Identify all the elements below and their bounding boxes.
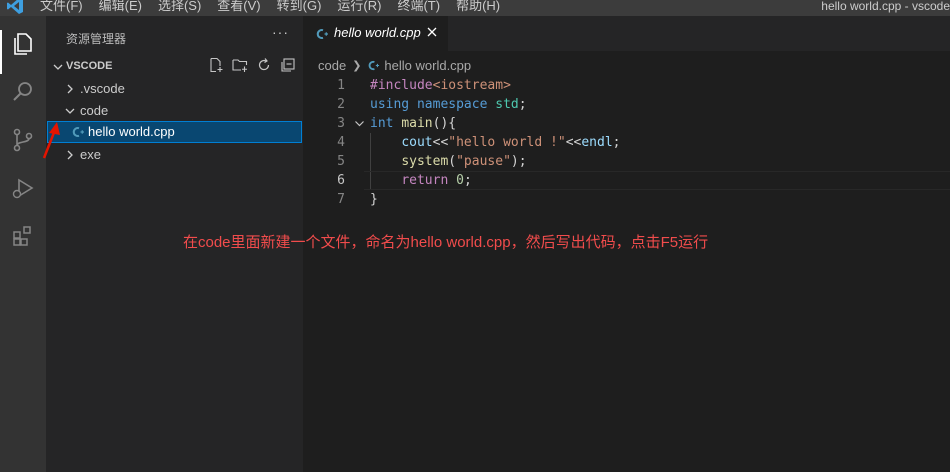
menu-go[interactable]: 转到(G) bbox=[277, 0, 322, 15]
close-icon[interactable] bbox=[425, 25, 439, 39]
token: ; bbox=[463, 173, 472, 188]
menu-terminal[interactable]: 终端(T) bbox=[397, 0, 440, 15]
tree-item-vscode-folder[interactable]: .vscode bbox=[46, 78, 303, 100]
token: main bbox=[401, 116, 433, 131]
line-number: 3 bbox=[337, 116, 345, 131]
token: ); bbox=[510, 154, 527, 169]
token: std bbox=[495, 97, 519, 112]
line-code: } bbox=[370, 190, 378, 209]
instruction-annotation: 在code里面新建一个文件，命名为hello world.cpp，然后写出代码，… bbox=[183, 234, 709, 251]
token: } bbox=[370, 192, 378, 207]
line-code: cout<<"hello world !"<<endl; bbox=[370, 133, 620, 152]
tree-item-code-folder[interactable]: code bbox=[46, 100, 303, 122]
token: << bbox=[565, 135, 582, 150]
tree-item-hello-world-cpp[interactable]: hello world.cpp bbox=[47, 121, 302, 143]
active-indicator bbox=[0, 30, 2, 74]
menu-file[interactable]: 文件(F) bbox=[40, 0, 83, 15]
token: "hello world !" bbox=[448, 135, 566, 150]
refresh-icon[interactable] bbox=[256, 57, 272, 73]
line-code: int main(){ bbox=[370, 114, 456, 133]
chevron-right-icon: ❯ bbox=[352, 60, 362, 72]
token: namespace bbox=[416, 97, 488, 112]
tab-bar: hello world.cpp bbox=[303, 16, 950, 51]
line-code: return 0; bbox=[370, 171, 472, 190]
token: endl bbox=[581, 135, 613, 150]
tree-item-exe-folder[interactable]: exe bbox=[46, 144, 303, 166]
tree-item-label: exe bbox=[80, 147, 101, 162]
menu-view[interactable]: 查看(V) bbox=[217, 0, 260, 15]
new-file-icon[interactable] bbox=[208, 57, 224, 73]
tab-hello-world-cpp[interactable]: hello world.cpp bbox=[303, 16, 448, 51]
token: <iostream> bbox=[432, 78, 511, 93]
breadcrumb: code ❯ hello world.cpp bbox=[318, 58, 471, 73]
chevron-right-icon bbox=[67, 150, 73, 160]
menu-bar: 文件(F) 编辑(E) 选择(S) 查看(V) 转到(G) 运行(R) 终端(T… bbox=[40, 0, 516, 15]
workspace-section-header[interactable]: VSCODE bbox=[46, 56, 303, 78]
red-arrow-annotation bbox=[42, 122, 60, 159]
chevron-right-icon bbox=[67, 84, 73, 94]
code-line[interactable]: 2 using namespace std; bbox=[303, 95, 950, 114]
line-code: #include<iostream> bbox=[370, 76, 511, 95]
line-number: 2 bbox=[337, 97, 345, 112]
cpp-file-icon bbox=[72, 127, 84, 137]
token: system bbox=[401, 154, 449, 169]
token: #include bbox=[370, 78, 433, 93]
tree-item-label: code bbox=[80, 103, 109, 118]
sidebar-title: 资源管理器 bbox=[66, 32, 127, 46]
menu-help[interactable]: 帮助(H) bbox=[456, 0, 500, 15]
tab-label: hello world.cpp bbox=[334, 25, 421, 40]
token: ; bbox=[612, 135, 621, 150]
line-number: 6 bbox=[337, 173, 345, 188]
code-line[interactable]: 1 #include<iostream> bbox=[303, 76, 950, 95]
breadcrumb-item[interactable]: hello world.cpp bbox=[384, 58, 471, 73]
new-folder-icon[interactable] bbox=[232, 57, 248, 73]
source-control-icon[interactable] bbox=[9, 126, 37, 154]
code-line[interactable]: 4 cout<<"hello world !"<<endl; bbox=[303, 133, 950, 152]
vscode-logo-icon bbox=[7, 0, 23, 14]
line-number: 1 bbox=[337, 78, 345, 93]
code-line-current[interactable]: 6 return 0; bbox=[303, 171, 950, 190]
token: ( bbox=[448, 154, 457, 169]
token: (){ bbox=[432, 116, 457, 131]
chevron-down-icon bbox=[53, 64, 63, 70]
code-editor[interactable]: 1 #include<iostream> 2 using namespace s… bbox=[303, 76, 950, 472]
code-line[interactable]: 7 } bbox=[303, 190, 950, 209]
line-number: 7 bbox=[337, 192, 345, 207]
extensions-icon[interactable] bbox=[9, 222, 37, 250]
activity-bar bbox=[0, 16, 46, 472]
cpp-file-icon bbox=[316, 29, 328, 39]
tree-item-label: hello world.cpp bbox=[88, 124, 175, 139]
line-number: 5 bbox=[337, 154, 345, 169]
line-code: using namespace std; bbox=[370, 95, 527, 114]
collapse-all-icon[interactable] bbox=[280, 57, 296, 73]
token: ; bbox=[518, 97, 527, 112]
token: << bbox=[432, 135, 449, 150]
menu-selection[interactable]: 选择(S) bbox=[158, 0, 201, 15]
search-icon[interactable] bbox=[9, 78, 37, 106]
token: int bbox=[370, 116, 394, 131]
cpp-file-icon bbox=[369, 60, 380, 71]
line-code: system("pause"); bbox=[370, 152, 527, 171]
fold-chevron-icon[interactable] bbox=[354, 118, 365, 129]
title-bar: 文件(F) 编辑(E) 选择(S) 查看(V) 转到(G) 运行(R) 终端(T… bbox=[0, 0, 950, 16]
line-number: 4 bbox=[337, 135, 345, 150]
more-actions-button[interactable]: ··· bbox=[272, 24, 289, 40]
token: 0 bbox=[456, 173, 464, 188]
workspace-label: VSCODE bbox=[66, 60, 113, 72]
menu-run[interactable]: 运行(R) bbox=[337, 0, 381, 15]
run-debug-icon[interactable] bbox=[9, 174, 37, 202]
token: return bbox=[401, 173, 449, 188]
chevron-down-icon bbox=[65, 108, 75, 114]
code-line[interactable]: 3 int main(){ bbox=[303, 114, 950, 133]
menu-edit[interactable]: 编辑(E) bbox=[99, 0, 142, 15]
code-line[interactable]: 5 system("pause"); bbox=[303, 152, 950, 171]
token: using bbox=[370, 97, 410, 112]
explorer-icon[interactable] bbox=[9, 30, 37, 58]
tree-item-label: .vscode bbox=[80, 81, 125, 96]
token: "pause" bbox=[456, 154, 511, 169]
section-actions bbox=[208, 57, 304, 73]
token: cout bbox=[401, 135, 433, 150]
breadcrumb-item[interactable]: code bbox=[318, 58, 346, 73]
window-title: hello world.cpp - vscode bbox=[821, 0, 950, 13]
